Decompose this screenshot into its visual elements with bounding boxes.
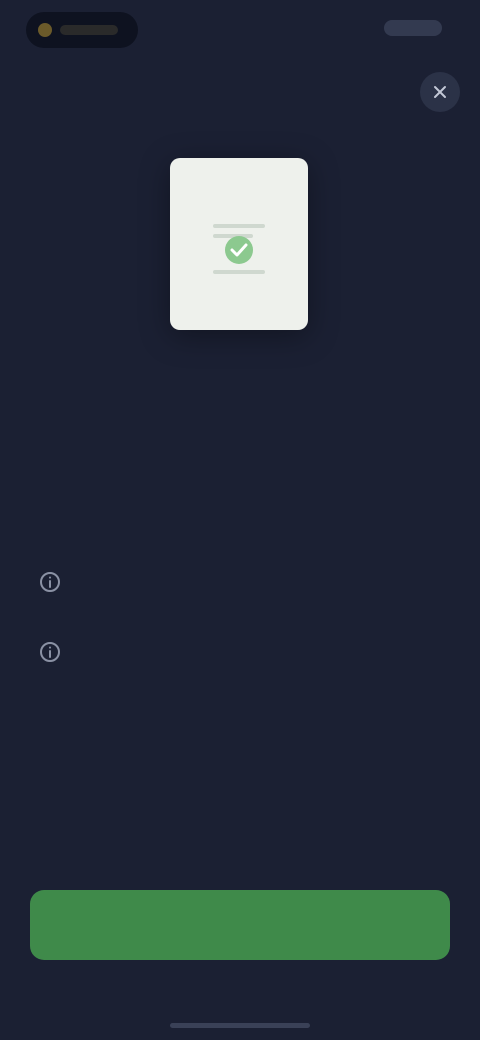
document-icon [213,224,265,274]
document-preview [170,158,308,330]
close-icon [434,86,446,98]
info-icon [36,638,64,666]
app-screen [0,0,480,1040]
info-item [36,566,444,596]
close-button[interactable] [420,72,460,112]
info-text [84,566,444,574]
status-pill [26,12,138,48]
info-item [36,636,444,666]
info-list [36,566,444,706]
status-indicators [384,20,442,36]
home-indicator[interactable] [170,1023,310,1028]
info-text [84,636,444,644]
status-time [60,25,118,35]
info-icon [36,568,64,596]
continue-button[interactable] [30,890,450,960]
status-dot-icon [38,23,52,37]
status-bar [0,0,480,60]
